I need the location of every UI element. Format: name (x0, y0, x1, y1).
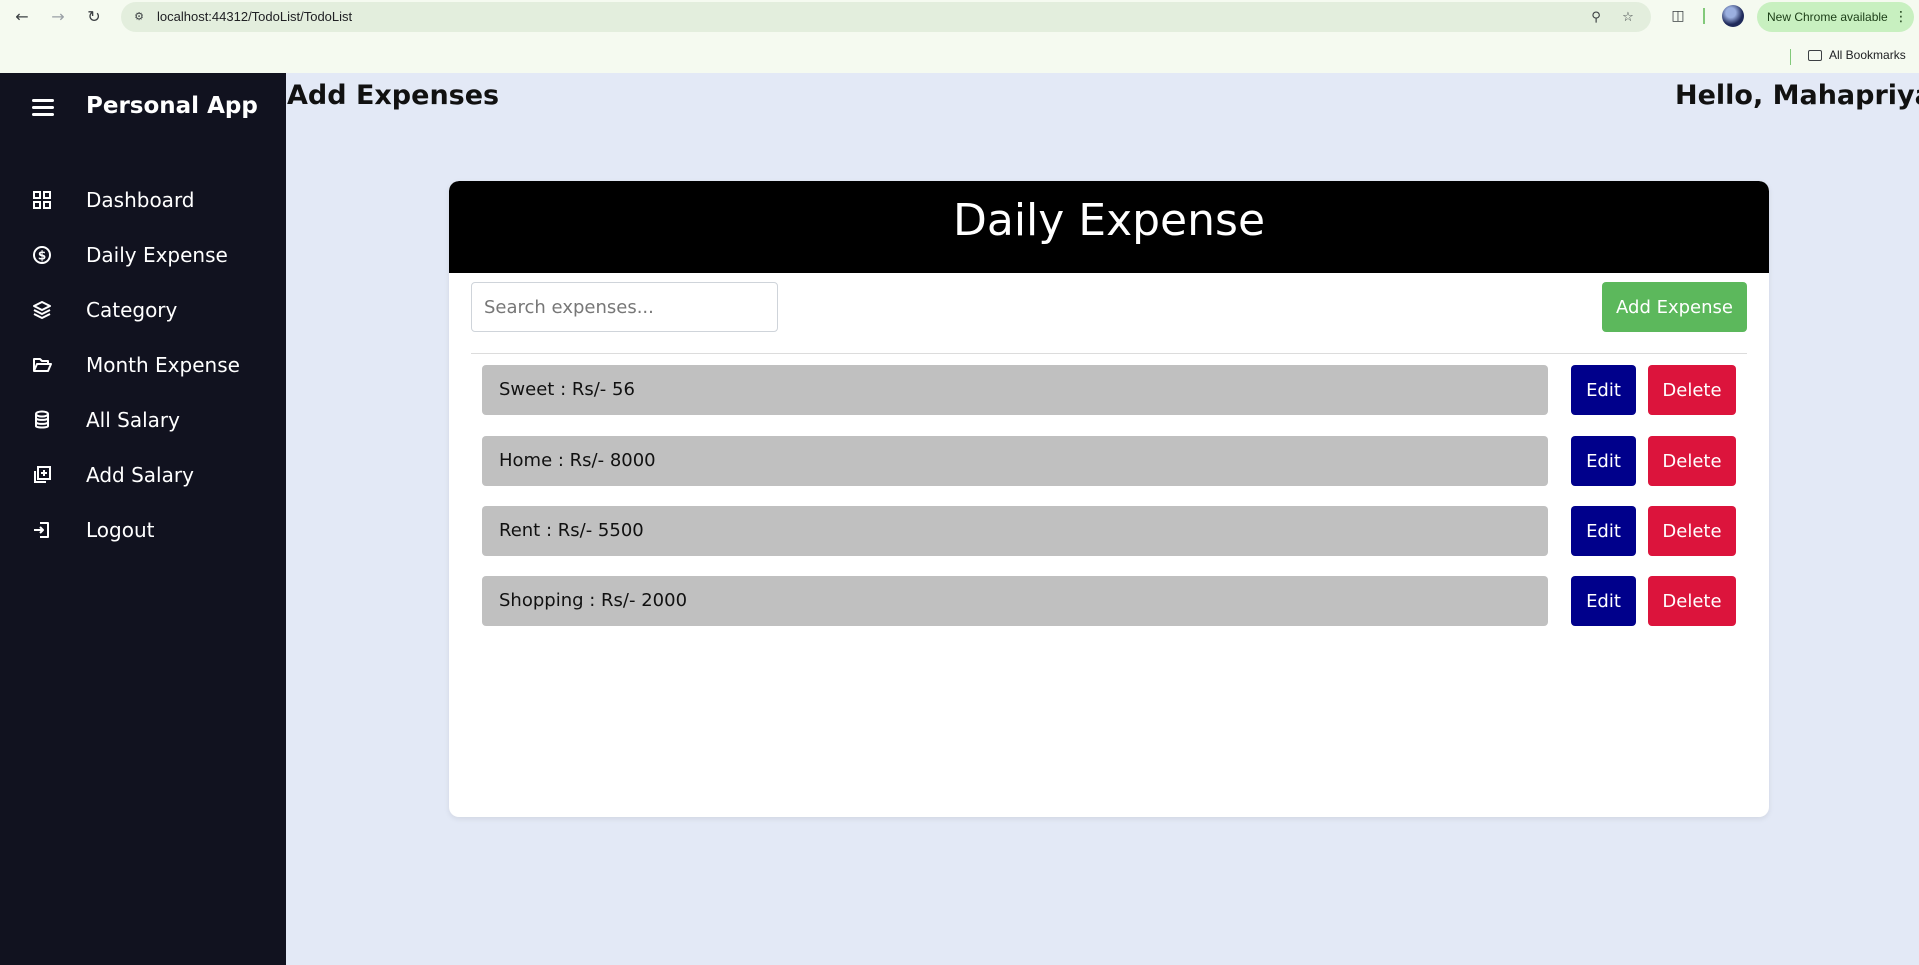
site-settings-icon[interactable]: ⚙ (131, 9, 147, 25)
card-header: Daily Expense (449, 181, 1769, 273)
sidebar: Personal App Dashboard $ Daily Expense C… (0, 73, 286, 965)
sidebar-item-dashboard[interactable]: Dashboard (0, 180, 286, 220)
sidebar-item-logout[interactable]: Logout (0, 510, 286, 550)
expense-row: Sweet : Rs/- 56 Edit Delete (482, 365, 1736, 415)
app-title: Personal App (86, 93, 258, 119)
user-greeting: Hello, Mahapriya (1675, 80, 1919, 111)
back-arrow-icon[interactable]: ← (11, 6, 33, 28)
divider (471, 353, 1747, 354)
sidebar-item-label: Dashboard (86, 188, 195, 212)
expense-item: Home : Rs/- 8000 (482, 436, 1548, 486)
delete-button[interactable]: Delete (1648, 506, 1736, 556)
all-bookmarks-link[interactable]: All Bookmarks (1829, 48, 1906, 62)
browser-chrome: ← → ↻ ⚙ localhost:44312/TodoList/TodoLis… (0, 0, 1919, 73)
add-square-icon (32, 465, 52, 485)
extensions-icon[interactable]: ◫ (1668, 6, 1688, 26)
dollar-circle-icon: $ (32, 245, 52, 265)
forward-arrow-icon[interactable]: → (47, 6, 69, 28)
bookmarks-bar: All Bookmarks (0, 40, 1919, 73)
sidebar-item-label: Logout (86, 518, 155, 542)
profile-avatar[interactable] (1722, 5, 1744, 27)
sidebar-item-month-expense[interactable]: Month Expense (0, 345, 286, 385)
update-chrome-button[interactable]: New Chrome available ⋮ (1757, 2, 1914, 32)
expense-item: Shopping : Rs/- 2000 (482, 576, 1548, 626)
search-input[interactable] (471, 282, 778, 332)
add-expense-button[interactable]: Add Expense (1602, 282, 1747, 332)
bookmark-star-icon[interactable]: ☆ (1619, 9, 1637, 27)
folder-open-icon (32, 355, 52, 375)
daily-expense-card: Daily Expense Add Expense Sweet : Rs/- 5… (449, 181, 1769, 817)
delete-button[interactable]: Delete (1648, 365, 1736, 415)
sidebar-item-all-salary[interactable]: All Salary (0, 400, 286, 440)
reload-icon[interactable]: ↻ (83, 6, 105, 28)
svg-text:$: $ (38, 249, 46, 263)
sidebar-item-label: Add Salary (86, 463, 194, 487)
address-url: localhost:44312/TodoList/TodoList (157, 9, 353, 24)
sidebar-item-label: Category (86, 298, 178, 322)
expense-item: Sweet : Rs/- 56 (482, 365, 1548, 415)
edit-button[interactable]: Edit (1571, 365, 1636, 415)
folder-icon (1808, 50, 1822, 61)
edit-button[interactable]: Edit (1571, 506, 1636, 556)
logout-icon (32, 520, 52, 540)
sidebar-item-label: Month Expense (86, 353, 240, 377)
menu-toggle-icon[interactable] (32, 99, 54, 117)
edit-button[interactable]: Edit (1571, 436, 1636, 486)
database-icon (32, 410, 52, 430)
layers-icon (32, 300, 52, 320)
address-bar[interactable]: ⚙ localhost:44312/TodoList/TodoList ⚲ ☆ (121, 2, 1651, 32)
edit-button[interactable]: Edit (1571, 576, 1636, 626)
expense-row: Shopping : Rs/- 2000 Edit Delete (482, 576, 1736, 626)
sidebar-item-daily-expense[interactable]: $ Daily Expense (0, 235, 286, 275)
update-chrome-label: New Chrome available (1767, 10, 1888, 24)
expense-row: Rent : Rs/- 5500 Edit Delete (482, 506, 1736, 556)
sidebar-item-label: Daily Expense (86, 243, 228, 267)
page-title: Add Expenses (287, 80, 500, 111)
sidebar-item-add-salary[interactable]: Add Salary (0, 455, 286, 495)
dashboard-grid-icon (32, 190, 52, 210)
sidebar-item-category[interactable]: Category (0, 290, 286, 330)
bookmarks-divider (1790, 49, 1791, 65)
delete-button[interactable]: Delete (1648, 436, 1736, 486)
card-title: Daily Expense (952, 195, 1266, 246)
expense-row: Home : Rs/- 8000 Edit Delete (482, 436, 1736, 486)
more-menu-icon[interactable]: ⋮ (1894, 7, 1908, 27)
sidebar-item-label: All Salary (86, 408, 180, 432)
browser-toolbar: ← → ↻ ⚙ localhost:44312/TodoList/TodoLis… (0, 0, 1919, 32)
toolbar-divider (1703, 8, 1705, 24)
zoom-icon[interactable]: ⚲ (1587, 9, 1605, 27)
delete-button[interactable]: Delete (1648, 576, 1736, 626)
expense-item: Rent : Rs/- 5500 (482, 506, 1548, 556)
